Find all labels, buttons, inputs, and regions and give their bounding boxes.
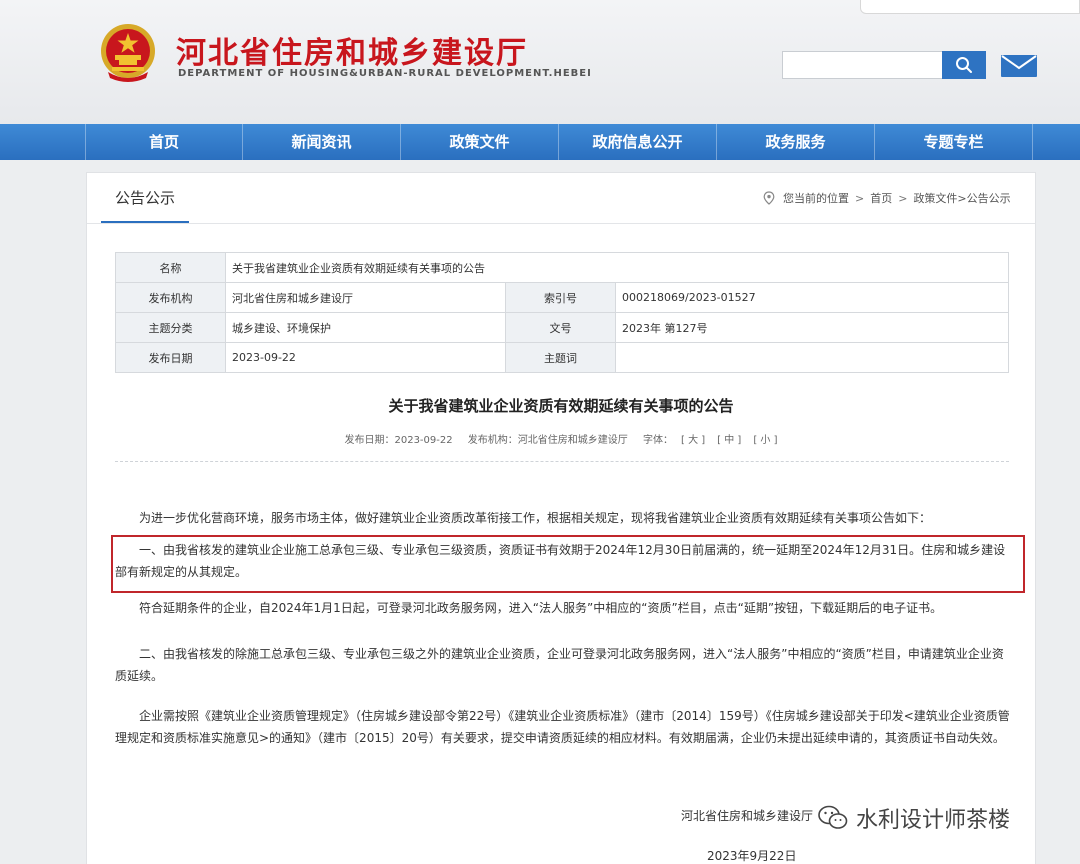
nav-item-policy[interactable]: 政策文件 [401, 124, 559, 160]
info-value-keywords [615, 342, 1009, 373]
top-corner-panel [860, 0, 1080, 14]
section-tab[interactable]: 公告公示 [101, 187, 189, 223]
article-paragraph-intro: 为进一步优化营商环境，服务市场主体，做好建筑业企业资质改革衔接工作，根据相关规定… [139, 511, 932, 525]
location-pin-icon [763, 191, 775, 205]
nav-item-news[interactable]: 新闻资讯 [243, 124, 401, 160]
signature-org: 河北省住房和城乡建设厅 [681, 809, 814, 823]
site-subtitle: DEPARTMENT OF HOUSING&URBAN-RURAL DEVELO… [178, 68, 592, 79]
nav-item-gov-info[interactable]: 政府信息公开 [559, 124, 717, 160]
info-value-date: 2023-09-22 [225, 342, 506, 373]
breadcrumb-prefix: 您当前的位置 [783, 192, 849, 205]
table-row: 发布日期 2023-09-22 主题词 [115, 342, 1009, 373]
breadcrumb: 您当前的位置 > 首页 > 政策文件>公告公示 [763, 190, 1011, 206]
article-title: 关于我省建筑业企业资质有效期延续有关事项的公告 [388, 397, 734, 415]
table-row: 发布机构 河北省住房和城乡建设厅 索引号 000218069/2023-0152… [115, 282, 1009, 313]
info-label-keywords: 主题词 [505, 342, 616, 373]
font-size-large-button[interactable]: [ 大 ] [681, 435, 705, 446]
mail-icon[interactable] [1000, 54, 1038, 78]
nav-item-home[interactable]: 首页 [85, 124, 243, 160]
site-header: 河北省住房和城乡建设厅 DEPARTMENT OF HOUSING&URBAN-… [0, 0, 1080, 124]
info-value-org: 河北省住房和城乡建设厅 [225, 282, 506, 313]
search-input[interactable] [782, 51, 944, 79]
section-divider [87, 223, 1035, 224]
font-size-medium-button[interactable]: [ 中 ] [717, 435, 741, 446]
breadcrumb-home[interactable]: 首页 [870, 190, 892, 206]
article-paragraph-2: 符合延期条件的企业，自2024年1月1日起，可登录河北政务服务网，进入“法人服务… [139, 601, 943, 615]
page: 河北省住房和城乡建设厅 DEPARTMENT OF HOUSING&URBAN-… [0, 0, 1080, 864]
info-label-date: 发布日期 [115, 342, 226, 373]
info-value-docno: 2023年 第127号 [615, 312, 1009, 343]
site-title: 河北省住房和城乡建设厅 [176, 36, 528, 71]
info-label-index: 索引号 [505, 282, 616, 313]
info-label-name: 名称 [115, 252, 226, 283]
table-row: 主题分类 城乡建设、环境保护 文号 2023年 第127号 [115, 312, 1009, 343]
article-meta: 发布日期：2023-09-22 发布机构：河北省住房和城乡建设厅 字体： [ 大 … [87, 431, 1035, 446]
search-button[interactable] [942, 51, 986, 79]
meta-font-label: 字体： [642, 435, 673, 446]
nav-item-topics[interactable]: 专题专栏 [875, 124, 1033, 160]
search-icon [956, 57, 972, 73]
meta-divider [115, 461, 1009, 462]
breadcrumb-separator: > [898, 191, 908, 205]
content-panel: 公告公示 您当前的位置 > 首页 > 政策文件>公告公示 名称 关于我省建筑业企… [86, 172, 1036, 864]
article-paragraph-4: 企业需按照《建筑业企业资质管理规定》（住房城乡建设部令第22号）《建筑业企业资质… [115, 709, 1010, 745]
breadcrumb-separator: > [855, 191, 865, 205]
info-label-org: 发布机构 [115, 282, 226, 313]
info-value-name: 关于我省建筑业企业资质有效期延续有关事项的公告 [225, 252, 1009, 283]
font-size-small-button[interactable]: [ 小 ] [753, 435, 777, 446]
national-emblem-icon [101, 24, 155, 82]
info-label-docno: 文号 [505, 312, 616, 343]
signature-date: 2023年9月22日 [707, 849, 797, 863]
nav-item-services[interactable]: 政务服务 [717, 124, 875, 160]
watermark: 水利设计师茶楼 [818, 802, 1010, 834]
wechat-icon [818, 805, 848, 829]
info-table: 名称 关于我省建筑业企业资质有效期延续有关事项的公告 发布机构 河北省住房和城乡… [115, 252, 1009, 373]
highlight-box [111, 535, 1025, 593]
table-row: 名称 关于我省建筑业企业资质有效期延续有关事项的公告 [115, 252, 1009, 283]
breadcrumb-current[interactable]: 政策文件>公告公示 [913, 190, 1010, 206]
meta-org: 发布机构：河北省住房和城乡建设厅 [467, 435, 628, 446]
meta-date: 发布日期：2023-09-22 [344, 435, 453, 446]
main-nav: 首页 新闻资讯 政策文件 政府信息公开 政务服务 专题专栏 [0, 124, 1080, 160]
watermark-text: 水利设计师茶楼 [856, 808, 1011, 833]
info-label-topic: 主题分类 [115, 312, 226, 343]
info-value-topic: 城乡建设、环境保护 [225, 312, 506, 343]
info-value-index: 000218069/2023-01527 [615, 282, 1009, 313]
article-paragraph-3: 二、由我省核发的除施工总承包三级、专业承包三级之外的建筑业企业资质，企业可登录河… [115, 647, 1004, 683]
